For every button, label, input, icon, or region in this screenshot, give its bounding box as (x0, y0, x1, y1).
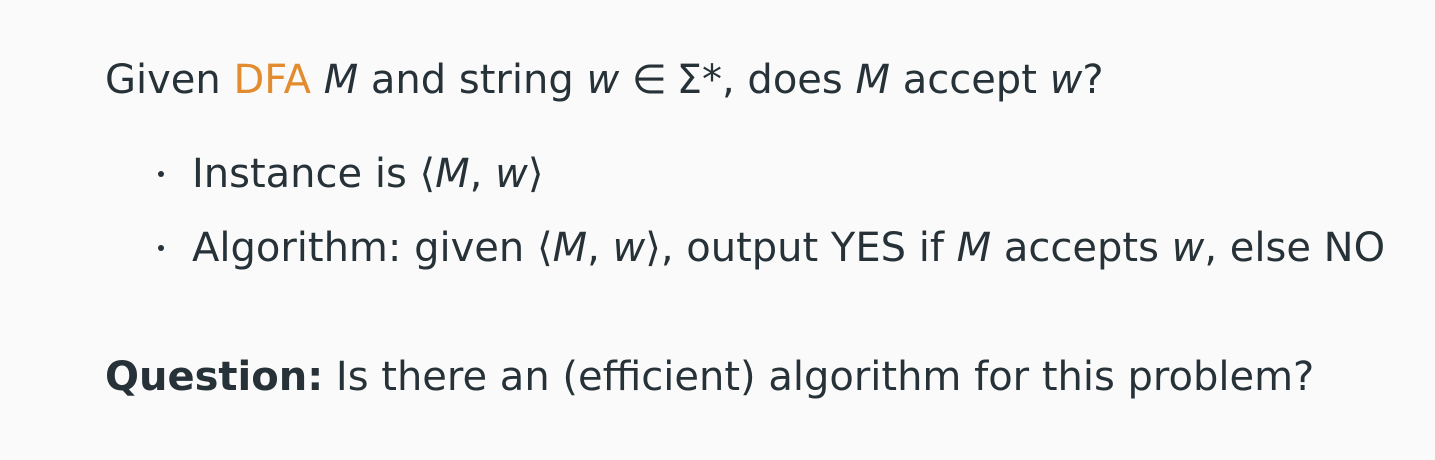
else-text: , else NO (1204, 225, 1386, 271)
accepts-text: accepts (1003, 225, 1159, 271)
var-w-2: w (1171, 225, 1205, 271)
bullet-dot-1 (158, 171, 164, 177)
question-mark: ? (1082, 57, 1104, 103)
dfa-term: DFA (233, 57, 311, 103)
given-word: Given (105, 57, 221, 103)
bullet-algorithm: Algorithm: given ⟨M, w⟩, output YES if M… (192, 223, 1385, 273)
right-angle: ⟩ (527, 151, 544, 197)
does-text: , does (722, 57, 843, 103)
var-M: M (435, 151, 470, 197)
var-w: w (586, 57, 620, 103)
sigma-star: Σ* (676, 57, 722, 103)
slide: Given DFA M and string w ∈ Σ*, does M acc… (0, 0, 1435, 460)
comma: , (469, 151, 483, 197)
var-w: w (495, 151, 528, 197)
var-M: M (323, 57, 359, 103)
var-M: M (552, 225, 588, 271)
var-M-2: M (855, 57, 890, 103)
comma: , (587, 225, 600, 271)
left-angle: ⟨ (536, 225, 553, 271)
instance-text: Instance is (192, 151, 407, 197)
question-label: Question: (105, 354, 324, 400)
var-M-2: M (956, 225, 992, 271)
right-angle: ⟩ (645, 225, 661, 271)
var-w: w (612, 225, 646, 271)
output-text: , output YES if (660, 225, 944, 271)
bullet-instance: Instance is ⟨M, w⟩ (192, 149, 543, 199)
element-of-symbol: ∈ (631, 57, 667, 103)
problem-statement: Given DFA M and string w ∈ Σ*, does M acc… (105, 55, 1104, 105)
bullet-dot-2 (158, 245, 164, 251)
var-w-2: w (1049, 57, 1083, 103)
question-line: Question: Is there an (efficient) algori… (105, 352, 1314, 402)
question-text: Is there an (efficient) algorithm for th… (335, 354, 1315, 400)
accept-text: accept (902, 57, 1037, 103)
algorithm-text: Algorithm: given (192, 225, 525, 271)
and-string-text: and string (370, 57, 574, 103)
left-angle: ⟨ (419, 151, 436, 197)
